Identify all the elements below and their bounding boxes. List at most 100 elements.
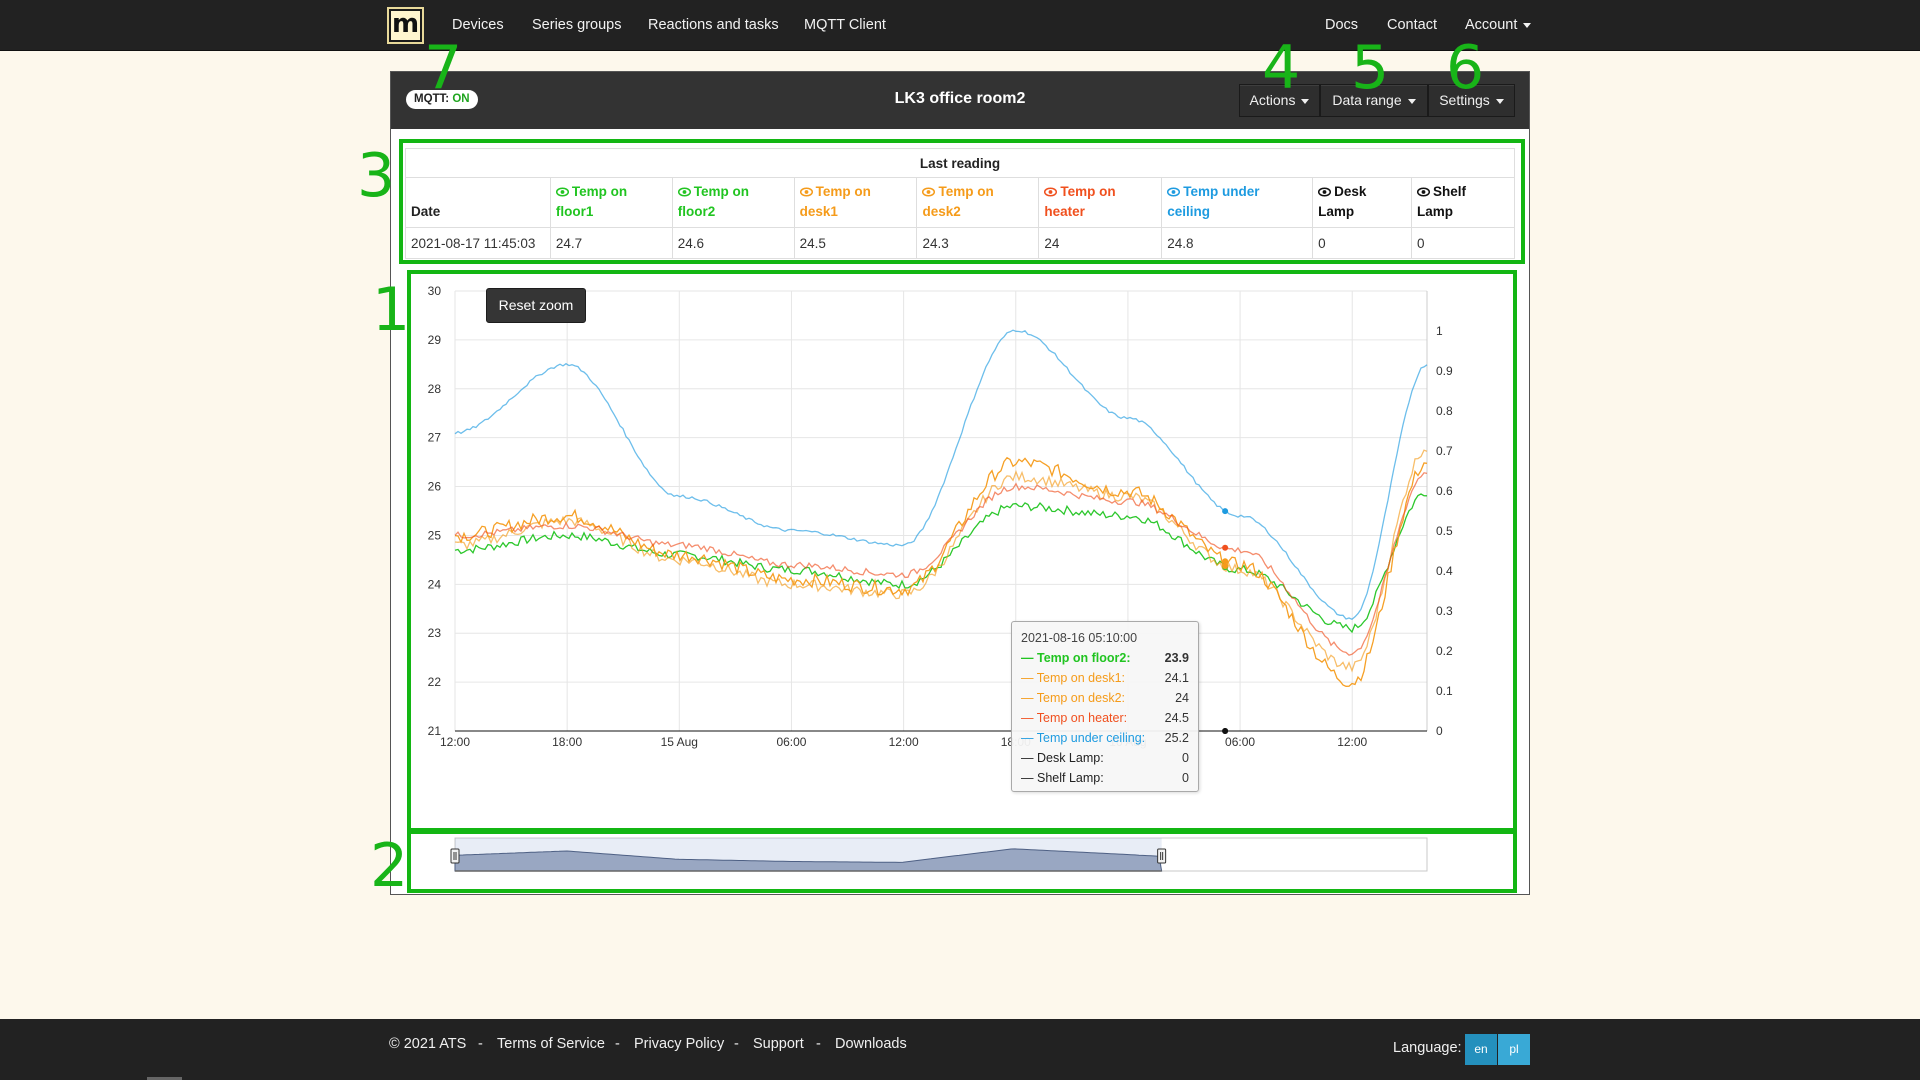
x-tick-label: 12:00 <box>1337 735 1367 749</box>
top-navbar: m Devices Series groups Reactions and ta… <box>0 0 1920 51</box>
logo-letter: m <box>391 9 420 39</box>
tooltip-value: 24.1 <box>1164 671 1189 685</box>
value-cell: 0 <box>1410 227 1516 259</box>
nav-docs[interactable]: Docs <box>1325 0 1358 51</box>
navigator-handle <box>1157 848 1167 864</box>
column-header[interactable]: Temp on desk2 <box>916 177 1040 228</box>
nav-account-dropdown[interactable]: Account <box>1465 0 1532 51</box>
logo[interactable]: m <box>389 9 422 42</box>
tooltip-series-label: — Temp on heater: <box>1021 711 1128 725</box>
footer-separator: - <box>734 1036 739 1052</box>
data-range-dropdown-button[interactable]: Data range <box>1320 84 1428 117</box>
column-header-line1: Temp on <box>815 184 871 199</box>
settings-label: Settings <box>1439 92 1490 108</box>
x-tick-label: 12:00 <box>889 735 919 749</box>
column-header[interactable]: Temp on floor2 <box>671 177 795 228</box>
tooltip-date: 2021-08-16 05:10:00 <box>1021 631 1138 645</box>
y-right-tick-label: 0.8 <box>1436 404 1453 418</box>
footer-copyright: © 2021 ATS <box>389 1036 467 1052</box>
y-right-tick-label: 1 <box>1436 324 1443 338</box>
eye-icon[interactable] <box>1044 187 1058 197</box>
tooltip-value: 0 <box>1182 751 1189 765</box>
series-line <box>454 493 1428 634</box>
language-label: Language: <box>1393 1040 1462 1056</box>
tooltip-series-label: — Shelf Lamp: <box>1021 771 1104 785</box>
caret-down-icon <box>1523 22 1532 28</box>
column-header[interactable]: Shelf Lamp <box>1410 177 1516 228</box>
tooltip-label-text: Temp on heater: <box>1036 711 1128 725</box>
nav-devices[interactable]: Devices <box>452 0 504 51</box>
line-chart[interactable]: 2122232425262728293000.10.20.30.40.50.60… <box>405 279 1515 754</box>
column-header[interactable]: Temp under ceiling <box>1161 177 1314 228</box>
hover-point <box>1222 544 1229 551</box>
y-left-tick-label: 29 <box>428 333 442 347</box>
date-column-header: Date <box>405 177 551 228</box>
tooltip-row: — Temp on desk1: 24.1 <box>1021 668 1189 688</box>
tooltip-row: — Temp under ceiling: 25.2 <box>1021 728 1189 748</box>
nav-series-groups[interactable]: Series groups <box>532 0 621 51</box>
eye-icon[interactable] <box>677 187 691 197</box>
nav-mqtt-client[interactable]: MQTT Client <box>804 0 886 51</box>
caret-down-icon <box>1301 98 1310 104</box>
language-pl-button[interactable]: pl <box>1498 1034 1530 1065</box>
footer-privacy-link[interactable]: Privacy Policy <box>634 1036 724 1052</box>
actions-dropdown-button[interactable]: Actions <box>1239 84 1320 117</box>
chart-area[interactable]: 21 22 23 24 25 26 27 28 29 30 0 0.1 0.2 0.3 0.4 0.5 0.6 0… <box>405 279 1515 754</box>
caret-down-icon <box>1407 98 1416 104</box>
tooltip-value: 23.9 <box>1164 651 1189 665</box>
y-right-tick-label: 0.6 <box>1436 484 1453 498</box>
value-cell: 24.8 <box>1161 227 1314 259</box>
settings-dropdown-button[interactable]: Settings <box>1428 84 1515 117</box>
chart-navigator[interactable] <box>405 833 1515 880</box>
last-reading-table: Last reading Date Temp on floor1 Temp on fl… <box>405 148 1516 259</box>
x-tick-label: 12:00 <box>440 735 470 749</box>
footer-downloads-link[interactable]: Downloads <box>835 1036 907 1052</box>
y-left-tick-label: 25 <box>428 528 442 542</box>
eye-icon[interactable] <box>1416 187 1430 197</box>
nav-contact[interactable]: Contact <box>1387 0 1437 51</box>
tooltip-series-label: — Desk Lamp: <box>1021 751 1104 765</box>
eye-icon[interactable] <box>1167 187 1181 197</box>
column-header-line2: floor2 <box>677 204 716 219</box>
hover-point <box>1222 728 1229 734</box>
y-left-tick-label: 30 <box>428 284 442 298</box>
nav-reactions-and-tasks[interactable]: Reactions and tasks <box>648 0 779 51</box>
eye-icon[interactable] <box>922 187 936 197</box>
y-left-tick-label: 23 <box>428 626 442 640</box>
mqtt-label: MQTT: <box>414 93 450 105</box>
column-header-line2: heater <box>1044 204 1085 219</box>
mqtt-status-badge: MQTT: ON <box>406 90 478 109</box>
y-right-tick-label: 0.3 <box>1436 604 1453 618</box>
y-right-tick-label: 0 <box>1436 724 1443 738</box>
reset-zoom-button[interactable]: Reset zoom <box>486 288 586 323</box>
mqtt-state: ON <box>452 93 470 105</box>
caret-down-icon <box>1495 98 1504 104</box>
eye-icon[interactable] <box>799 187 813 197</box>
marker-layer <box>1222 508 1229 734</box>
hover-point <box>1222 563 1229 570</box>
language-en-button[interactable]: en <box>1465 1034 1497 1065</box>
hover-point <box>1222 508 1229 515</box>
y-right-tick-label: 0.7 <box>1436 444 1453 458</box>
column-header[interactable]: Temp on desk1 <box>793 177 918 228</box>
x-tick-label: 06:00 <box>1225 735 1255 749</box>
tooltip-series-label: — Temp on desk2: <box>1021 691 1125 705</box>
series-line <box>454 329 1428 620</box>
device-panel: MQTT: ON LK3 office room2 Actions Data r… <box>390 71 1530 895</box>
footer-separator: - <box>478 1036 483 1052</box>
series-layer <box>454 329 1428 732</box>
data-range-label: Data range <box>1332 92 1402 108</box>
column-header[interactable]: Temp on floor1 <box>549 177 673 228</box>
value-cell: 0 <box>1312 227 1412 259</box>
footer-support-link[interactable]: Support <box>753 1036 804 1052</box>
column-header[interactable]: Desk Lamp <box>1312 177 1412 228</box>
panel-header: MQTT: ON LK3 office room2 Actions Data r… <box>391 72 1529 129</box>
footer-terms-link[interactable]: Terms of Service <box>497 1036 605 1052</box>
tick-layer: 2122232425262728293000.10.20.30.40.50.60… <box>428 284 1453 749</box>
eye-icon[interactable] <box>555 187 569 197</box>
eye-icon[interactable] <box>1318 187 1332 197</box>
value-cell: 24.5 <box>793 227 918 259</box>
column-header[interactable]: Temp on heater <box>1038 177 1163 228</box>
tooltip-label-text: Shelf Lamp: <box>1036 771 1104 785</box>
tooltip-label-text: Temp on desk2: <box>1036 691 1125 705</box>
